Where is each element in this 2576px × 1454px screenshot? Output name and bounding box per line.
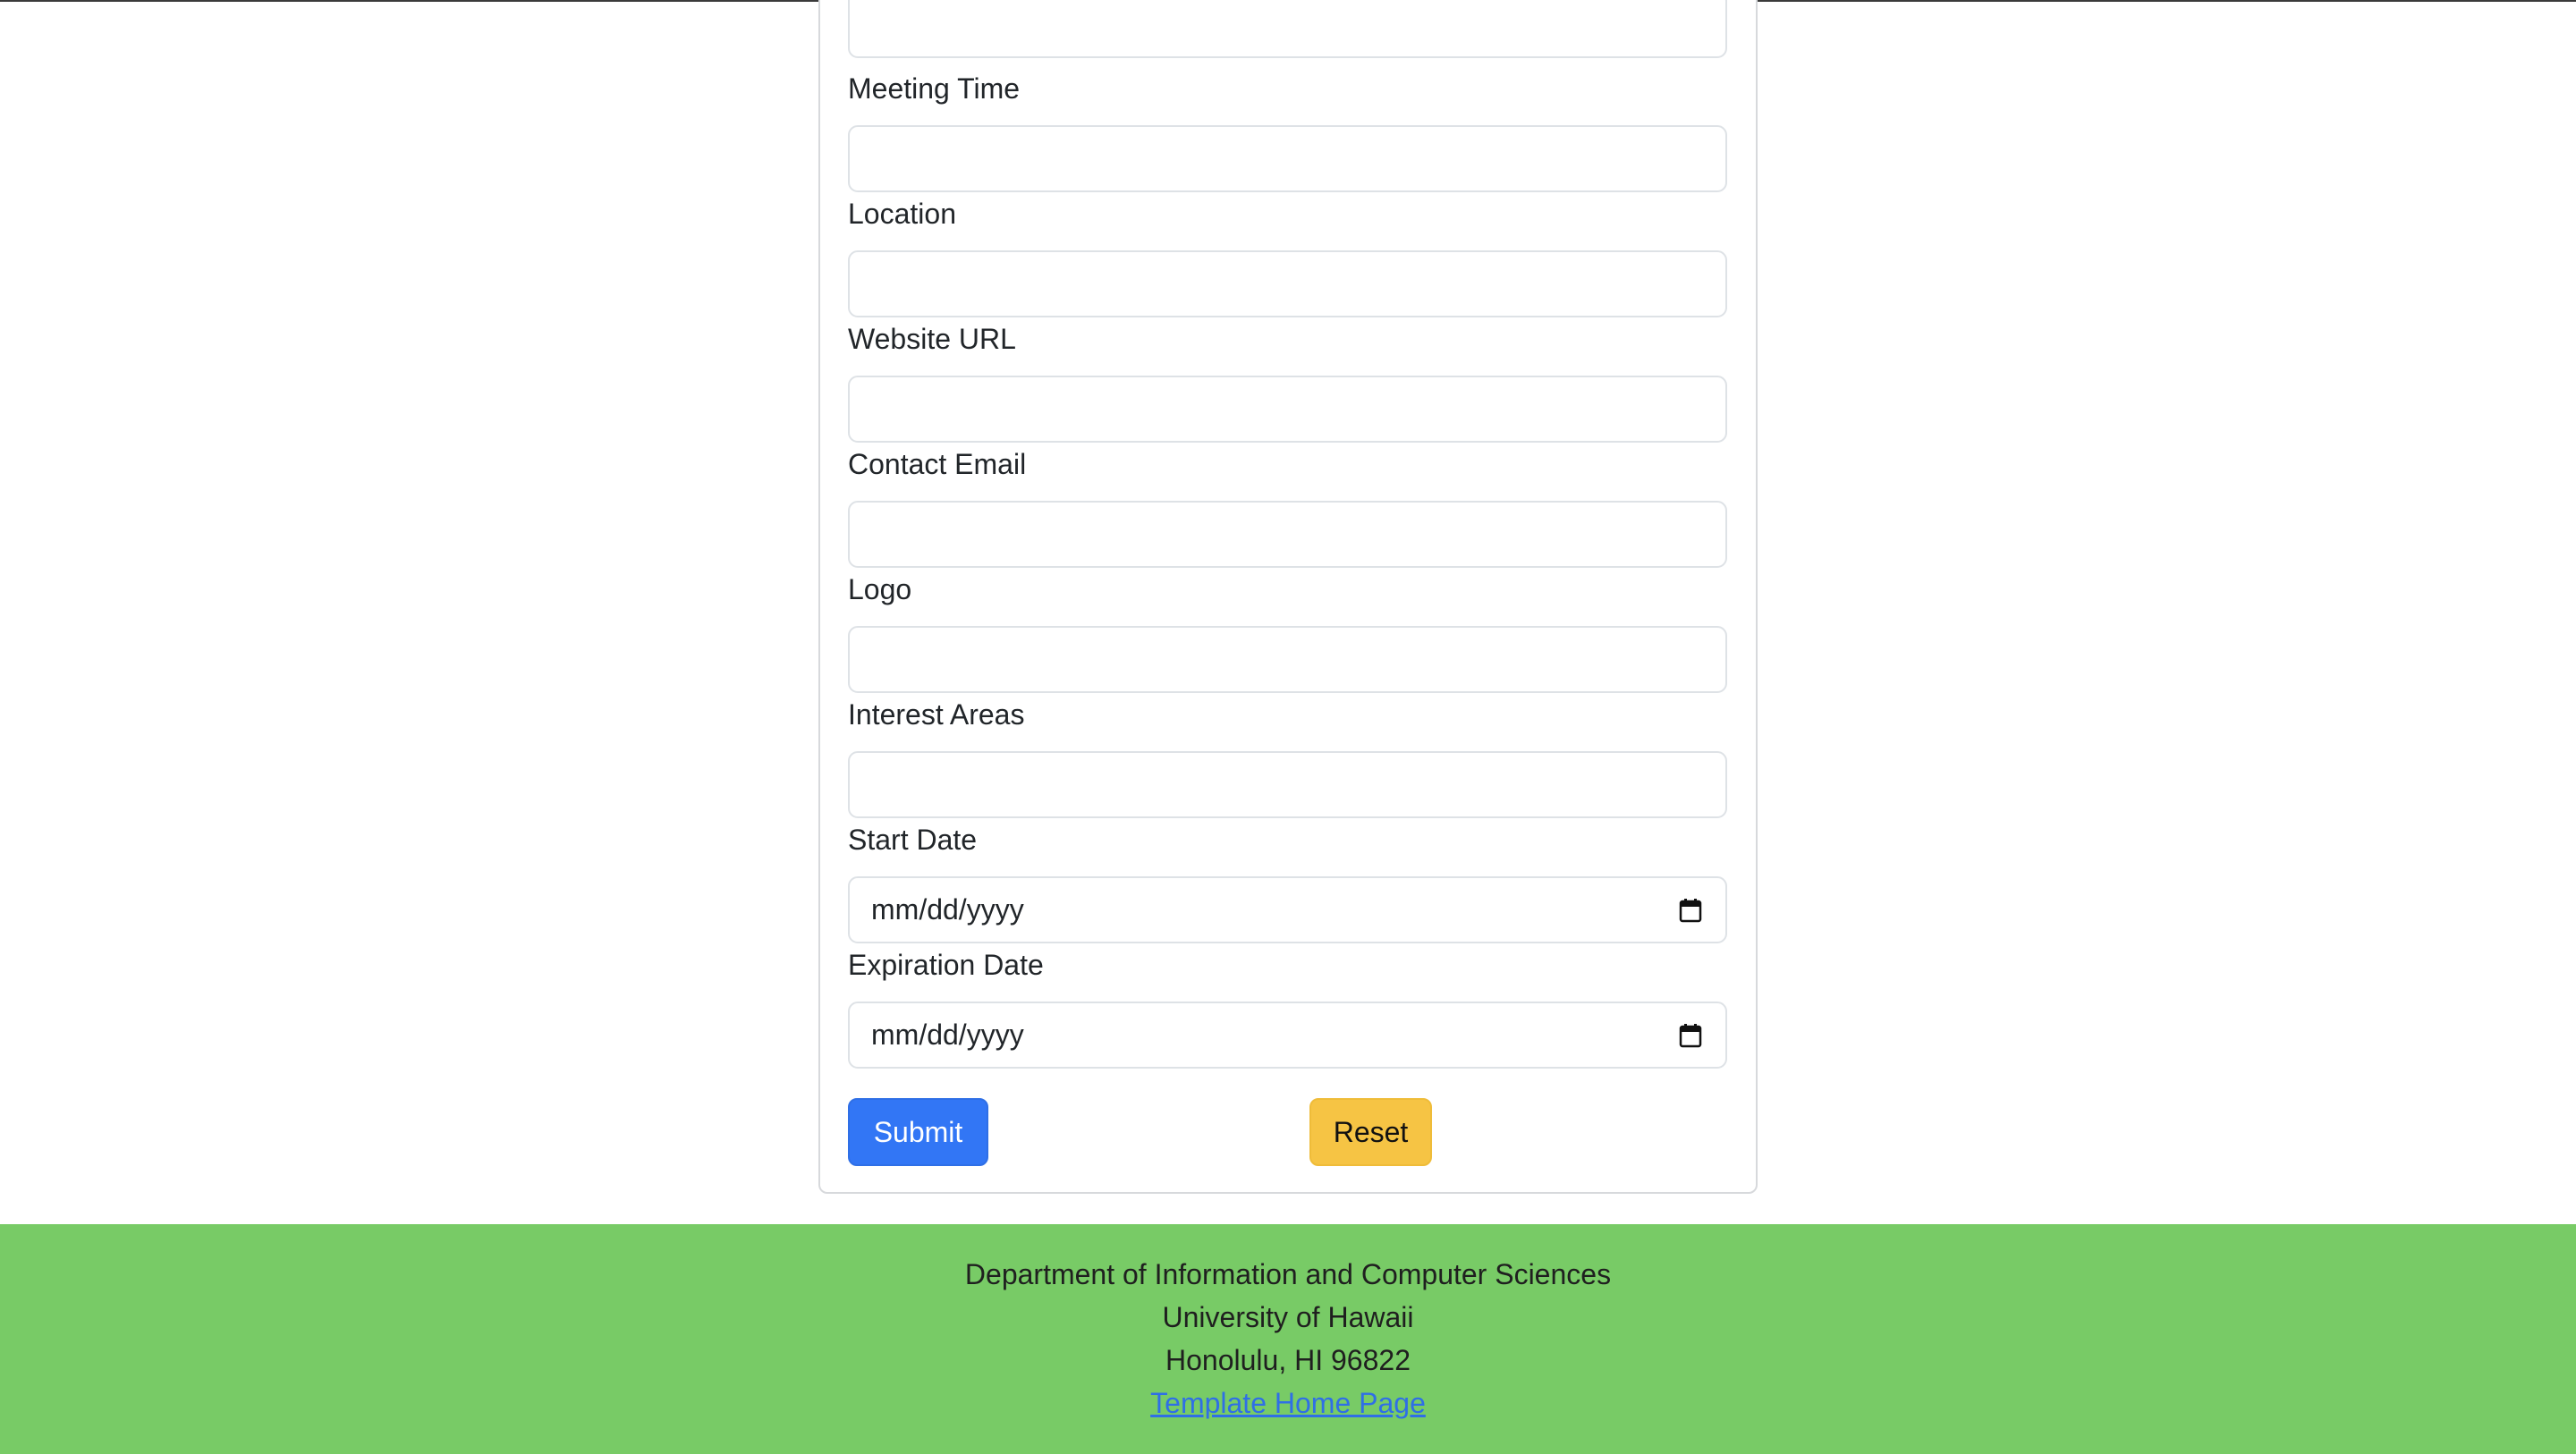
- meeting-time-label: Meeting Time: [848, 72, 1021, 105]
- submit-button[interactable]: Submit: [848, 1098, 988, 1166]
- location-input[interactable]: [848, 250, 1727, 317]
- expiration-date-input[interactable]: mm/dd/yyyy: [848, 1002, 1727, 1069]
- footer-department: Department of Information and Computer S…: [964, 1258, 1612, 1290]
- footer-address: Honolulu, HI 96822: [1165, 1344, 1411, 1376]
- reset-button[interactable]: Reset: [1309, 1098, 1432, 1166]
- meeting-time-input[interactable]: [848, 125, 1727, 192]
- expiration-date-placeholder: mm/dd/yyyy: [871, 1019, 1024, 1051]
- logo-label: Logo: [848, 573, 912, 605]
- website-url-input[interactable]: [848, 376, 1727, 443]
- start-date-placeholder: mm/dd/yyyy: [871, 893, 1024, 926]
- website-url-label: Website URL: [848, 323, 1016, 355]
- contact-email-input[interactable]: [848, 501, 1727, 568]
- interest-areas-label: Interest Areas: [848, 698, 1025, 731]
- footer: Department of Information and Computer S…: [0, 1224, 2576, 1454]
- expiration-date-label: Expiration Date: [848, 949, 1044, 981]
- footer-university: University of Hawaii: [1162, 1301, 1414, 1333]
- logo-input[interactable]: [848, 626, 1727, 693]
- start-date-label: Start Date: [848, 824, 978, 856]
- previous-input[interactable]: [848, 0, 1727, 58]
- interest-areas-input[interactable]: [848, 751, 1727, 818]
- template-home-link[interactable]: Template Home Page: [1150, 1387, 1426, 1419]
- calendar-icon[interactable]: [1679, 1023, 1702, 1048]
- contact-email-label: Contact Email: [848, 448, 1027, 480]
- calendar-icon[interactable]: [1679, 898, 1702, 923]
- footer-link-row: Template Home Page: [0, 1382, 2576, 1424]
- location-label: Location: [848, 198, 956, 230]
- start-date-input[interactable]: mm/dd/yyyy: [848, 876, 1727, 943]
